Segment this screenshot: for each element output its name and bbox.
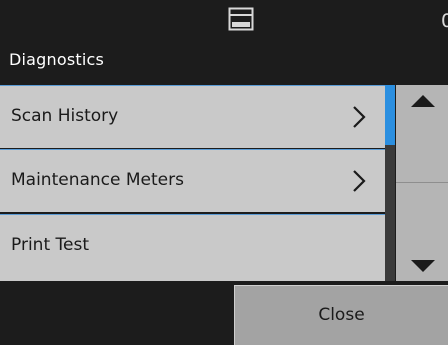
scroll-up-button[interactable]	[396, 85, 448, 183]
menu-item-label: Maintenance Meters	[11, 170, 184, 190]
menu-item-label: Scan History	[11, 106, 119, 126]
header-bar: Diagnostics 0	[0, 0, 448, 85]
triangle-down-icon	[411, 260, 435, 272]
triangle-up-icon	[411, 95, 435, 107]
menu-item-label: Print Test	[11, 235, 89, 255]
scanner-icon	[228, 7, 254, 31]
diagnostics-menu-list: Scan History Maintenance Meters Print Te…	[0, 85, 385, 281]
menu-item-scan-history[interactable]: Scan History	[0, 85, 385, 148]
page-title: Diagnostics	[9, 50, 105, 69]
close-button-label: Close	[318, 305, 365, 325]
scroll-down-button[interactable]	[396, 183, 448, 281]
chevron-right-icon	[353, 170, 366, 192]
menu-item-maintenance-meters[interactable]: Maintenance Meters	[0, 149, 385, 212]
chevron-right-icon	[353, 106, 366, 128]
scrollbar-track[interactable]	[385, 85, 395, 281]
close-button[interactable]: Close	[234, 285, 448, 345]
menu-item-print-test[interactable]: Print Test	[0, 214, 385, 281]
status-indicator: 0	[441, 10, 448, 32]
scrollbar-thumb[interactable]	[385, 85, 395, 145]
